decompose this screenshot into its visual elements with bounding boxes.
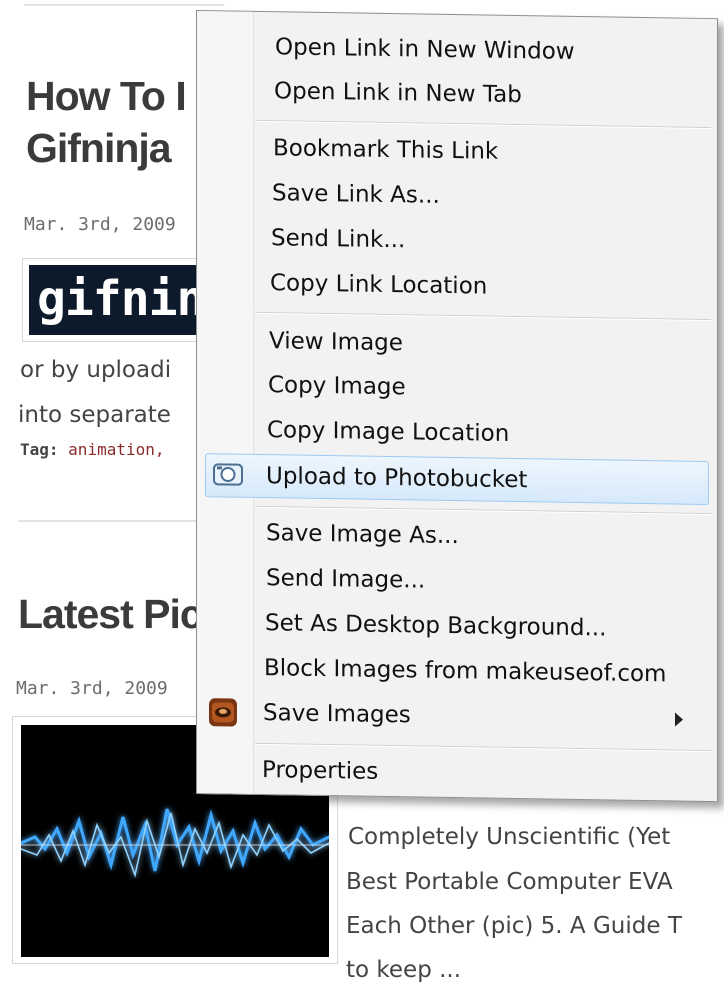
extension-icon <box>209 698 237 727</box>
menu-item-label: Open Link in New Window <box>275 34 575 65</box>
menu-item-label: Copy Image <box>268 372 406 401</box>
menu-icon-gutter <box>197 11 254 794</box>
submenu-arrow-icon <box>675 712 683 727</box>
menu-separator <box>255 311 711 322</box>
menu-item-label: View Image <box>269 328 403 357</box>
post-divider <box>18 520 218 522</box>
menu-item-save-link-as[interactable]: Save Link As... <box>272 172 709 221</box>
logo-background: gifninja <box>29 265 219 335</box>
menu-item-label: Send Link... <box>271 225 406 254</box>
menu-item-label: Copy Image Location <box>267 417 510 447</box>
menu-item-send-link[interactable]: Send Link... <box>271 217 709 266</box>
menu-item-label: Save Link As... <box>272 180 440 209</box>
menu-item-copy-link-location[interactable]: Copy Link Location <box>270 262 709 311</box>
post-excerpt-2-line2: Best Portable Computer EVA <box>346 869 673 895</box>
post-excerpt-2-line3: Each Other (pic) 5. A Guide T <box>346 913 682 939</box>
post-title-1[interactable]: How To I Gifninja <box>26 70 187 174</box>
menu-item-block-images[interactable]: Block Images from makeuseof.com <box>264 647 709 696</box>
logo-text: gifninja <box>37 271 219 327</box>
post-excerpt-2-line4: to keep ... <box>346 957 462 983</box>
menu-item-label: Open Link in New Tab <box>274 78 522 109</box>
post-excerpt-2-line1: Completely Unscientific (Yet <box>348 824 671 850</box>
menu-item-label: Copy Link Location <box>270 270 488 300</box>
menu-item-open-link-new-window[interactable]: Open Link in New Window <box>275 26 709 75</box>
menu-item-save-image-as[interactable]: Save Image As... <box>266 512 709 561</box>
camera-icon <box>213 463 243 486</box>
menu-item-label: Send Image... <box>266 565 426 594</box>
menu-item-set-desktop-background[interactable]: Set As Desktop Background... <box>265 602 709 651</box>
post-tags-1: Tag: animation, <box>20 440 165 459</box>
menu-item-save-images[interactable]: Save Images <box>209 692 709 741</box>
post-excerpt-1-line1: or by uploadi <box>20 357 172 383</box>
tag-link-animation[interactable]: animation, <box>68 440 164 459</box>
menu-item-label: Bookmark This Link <box>273 135 499 165</box>
menu-item-label: Upload to Photobucket <box>266 463 528 494</box>
menu-item-send-image[interactable]: Send Image... <box>266 557 709 606</box>
menu-item-label: Set As Desktop Background... <box>265 610 607 642</box>
menu-item-properties[interactable]: Properties <box>262 749 709 798</box>
menu-item-label: Properties <box>262 757 379 785</box>
post-excerpt-1-line2: into separate <box>18 402 171 428</box>
menu-item-label: Save Images <box>263 700 411 729</box>
gifninja-logo-image[interactable]: gifninja <box>22 258 224 342</box>
menu-item-bookmark-link[interactable]: Bookmark This Link <box>273 127 709 176</box>
top-divider <box>24 4 224 6</box>
menu-item-open-link-new-tab[interactable]: Open Link in New Tab <box>274 70 709 119</box>
tag-label: Tag: <box>20 440 59 459</box>
menu-item-copy-image[interactable]: Copy Image <box>268 364 709 413</box>
post-date-1: Mar. 3rd, 2009 <box>24 214 176 235</box>
post-date-2: Mar. 3rd, 2009 <box>16 678 168 699</box>
post-title-1-line2: Gifninja <box>26 125 172 171</box>
menu-item-copy-image-location[interactable]: Copy Image Location <box>267 409 709 458</box>
context-menu: Open Link in New Window Open Link in New… <box>196 10 718 803</box>
post-title-2[interactable]: Latest Pic <box>18 588 203 640</box>
menu-item-view-image[interactable]: View Image <box>269 320 709 369</box>
menu-item-upload-to-photobucket[interactable]: Upload to Photobucket <box>205 453 709 506</box>
post-title-1-line1: How To I <box>26 73 187 119</box>
menu-item-label: Block Images from makeuseof.com <box>264 655 667 688</box>
menu-item-label: Save Image As... <box>266 520 459 550</box>
